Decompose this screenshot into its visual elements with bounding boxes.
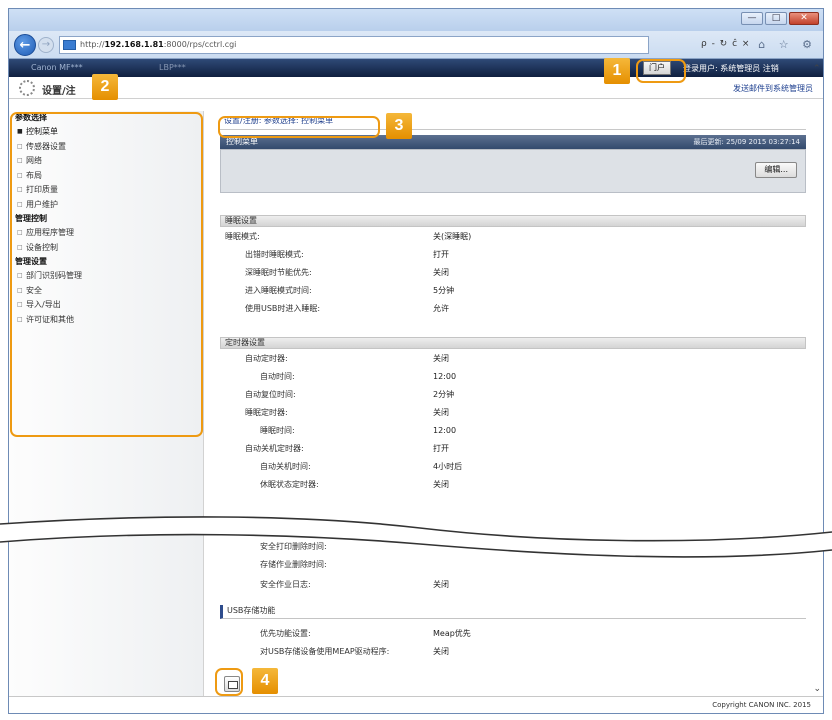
highlight-sidebar — [10, 112, 203, 437]
setting-row: 自动关机时间: 4小时后 — [220, 459, 806, 474]
page-title: 设置/注 — [42, 86, 76, 97]
setting-value: 关闭 — [433, 480, 449, 489]
setting-row: 安全作业日志: 关闭 — [220, 577, 806, 592]
setting-row: 安全打印删除时间: — [220, 539, 806, 554]
url-prefix: http:// — [80, 40, 105, 49]
setting-row: 存储作业删除时间: — [220, 557, 806, 572]
setting-value: 关闭 — [433, 580, 449, 589]
setting-row: 深睡眠时节能优先: 关闭 — [220, 265, 806, 280]
last-updated: 最后更新: 25/09 2015 03:27:14 — [693, 138, 800, 146]
setting-row: 使用USB时进入睡眠: 允许 — [220, 301, 806, 316]
setting-row: 睡眠定时器: 关闭 — [220, 405, 806, 420]
url-path: :8000/rps/cctrl.cgi — [163, 40, 237, 49]
setting-value: 12:00 — [433, 426, 457, 435]
highlight-breadcrumb — [218, 116, 380, 138]
url-host: 192.168.1.81 — [104, 40, 164, 49]
setting-label: 自动关机时间: — [260, 462, 311, 471]
toolbar-icons[interactable]: ⌂ ☆ ⚙ — [758, 38, 817, 51]
setting-label: 存储作业删除时间: — [260, 560, 327, 569]
setting-value: 允许 — [433, 304, 449, 313]
mail-admin-link[interactable]: 发送邮件到系统管理员 — [733, 83, 813, 94]
setting-row: 休眠状态定时器: 关闭 — [220, 477, 806, 492]
setting-label: 安全打印删除时间: — [260, 542, 327, 551]
callout-1: 1 — [604, 58, 630, 84]
setting-label: 睡眠定时器: — [245, 408, 288, 417]
setting-label: 出错时睡眠模式: — [245, 250, 304, 259]
address-bar: ← → http://192.168.1.81:8000/rps/cctrl.c… — [9, 31, 823, 59]
highlight-print — [215, 668, 243, 696]
minimize-button[interactable]: — — [741, 12, 763, 25]
section-header-sleep: 睡眠设置 — [220, 215, 806, 227]
setting-value: Meap优先 — [433, 629, 471, 638]
setting-label: 睡眠模式: — [225, 232, 260, 241]
back-icon[interactable]: ← — [14, 34, 36, 56]
setting-row: 睡眠时间: 12:00 — [220, 423, 806, 438]
setting-row: 对USB存储设备使用MEAP驱动程序: 关闭 — [220, 644, 806, 659]
setting-row: 自动关机定时器: 打开 — [220, 441, 806, 456]
highlight-portal — [636, 59, 686, 83]
setting-label: 休眠状态定时器: — [260, 480, 319, 489]
edit-button[interactable]: 编辑... — [755, 162, 797, 178]
panel-body: 编辑... — [220, 149, 806, 193]
setting-value: 关闭 — [433, 647, 449, 656]
setting-label: 进入睡眠模式时间: — [245, 286, 312, 295]
setting-value: 关(深睡眠) — [433, 232, 472, 241]
setting-value: 关闭 — [433, 354, 449, 363]
device-model: LBP*** — [159, 63, 186, 72]
setting-value: 打开 — [433, 444, 449, 453]
maximize-button[interactable]: □ — [765, 12, 787, 25]
page-header: Canon MF*** LBP*** 门户 登录用户: 系统管理员 注销 — [9, 59, 823, 77]
scroll-up-arrow-icon[interactable]: ⌃ — [813, 64, 823, 74]
window-controls: — □ ✕ — [741, 12, 819, 25]
callout-4: 4 — [252, 668, 278, 694]
setting-label: 优先功能设置: — [260, 629, 311, 638]
footer: Copyright CANON INC. 2015 — [9, 696, 823, 713]
setting-label: 自动复位时间: — [245, 390, 296, 399]
setting-row: 自动定时器: 关闭 — [220, 351, 806, 366]
setting-row: 自动复位时间: 2分钟 — [220, 387, 806, 402]
setting-row: 自动时间: 12:00 — [220, 369, 806, 384]
panel-title-text: 控制菜单 — [226, 137, 258, 146]
device-username: Canon MF*** — [31, 63, 83, 72]
login-user-label[interactable]: 登录用户: 系统管理员 注销 — [683, 63, 779, 74]
device-bar: 设置/注 发送邮件到系统管理员 — [9, 77, 823, 99]
setting-label: 对USB存储设备使用MEAP驱动程序: — [260, 647, 390, 656]
section-header-usb: USB存储功能 — [220, 605, 806, 619]
setting-value: 4小时后 — [433, 462, 463, 471]
address-controls[interactable]: ρ - ↻ ĉ × — [701, 39, 750, 49]
setting-label: 自动定时器: — [245, 354, 288, 363]
page-favicon-icon — [63, 40, 76, 50]
setting-value: 打开 — [433, 250, 449, 259]
setting-row: 优先功能设置: Meap优先 — [220, 626, 806, 641]
setting-label: 自动关机定时器: — [245, 444, 304, 453]
close-button[interactable]: ✕ — [789, 12, 819, 25]
forward-icon[interactable]: → — [38, 37, 54, 53]
setting-label: 使用USB时进入睡眠: — [245, 304, 321, 313]
gear-icon — [19, 80, 35, 96]
setting-value: 关闭 — [433, 408, 449, 417]
setting-label: 深睡眠时节能优先: — [245, 268, 312, 277]
setting-row: 进入睡眠模式时间: 5分钟 — [220, 283, 806, 298]
setting-value: 5分钟 — [433, 286, 455, 295]
setting-label: 安全作业日志: — [260, 580, 311, 589]
setting-value: 2分钟 — [433, 390, 455, 399]
copyright: Copyright CANON INC. 2015 — [712, 701, 811, 709]
setting-label: 睡眠时间: — [260, 426, 295, 435]
callout-2: 2 — [92, 74, 118, 100]
setting-label: 自动时间: — [260, 372, 295, 381]
setting-row: 睡眠模式: 关(深睡眠) — [220, 229, 806, 244]
setting-value: 关闭 — [433, 268, 449, 277]
title-bar: — □ ✕ — [9, 9, 823, 31]
url-field[interactable]: http://192.168.1.81:8000/rps/cctrl.cgi — [59, 36, 649, 54]
setting-row: 出错时睡眠模式: 打开 — [220, 247, 806, 262]
section-header-timer: 定时器设置 — [220, 337, 806, 349]
scroll-down-arrow-icon[interactable]: ⌄ — [813, 684, 821, 694]
setting-value: 12:00 — [433, 372, 457, 381]
callout-3: 3 — [386, 113, 412, 139]
